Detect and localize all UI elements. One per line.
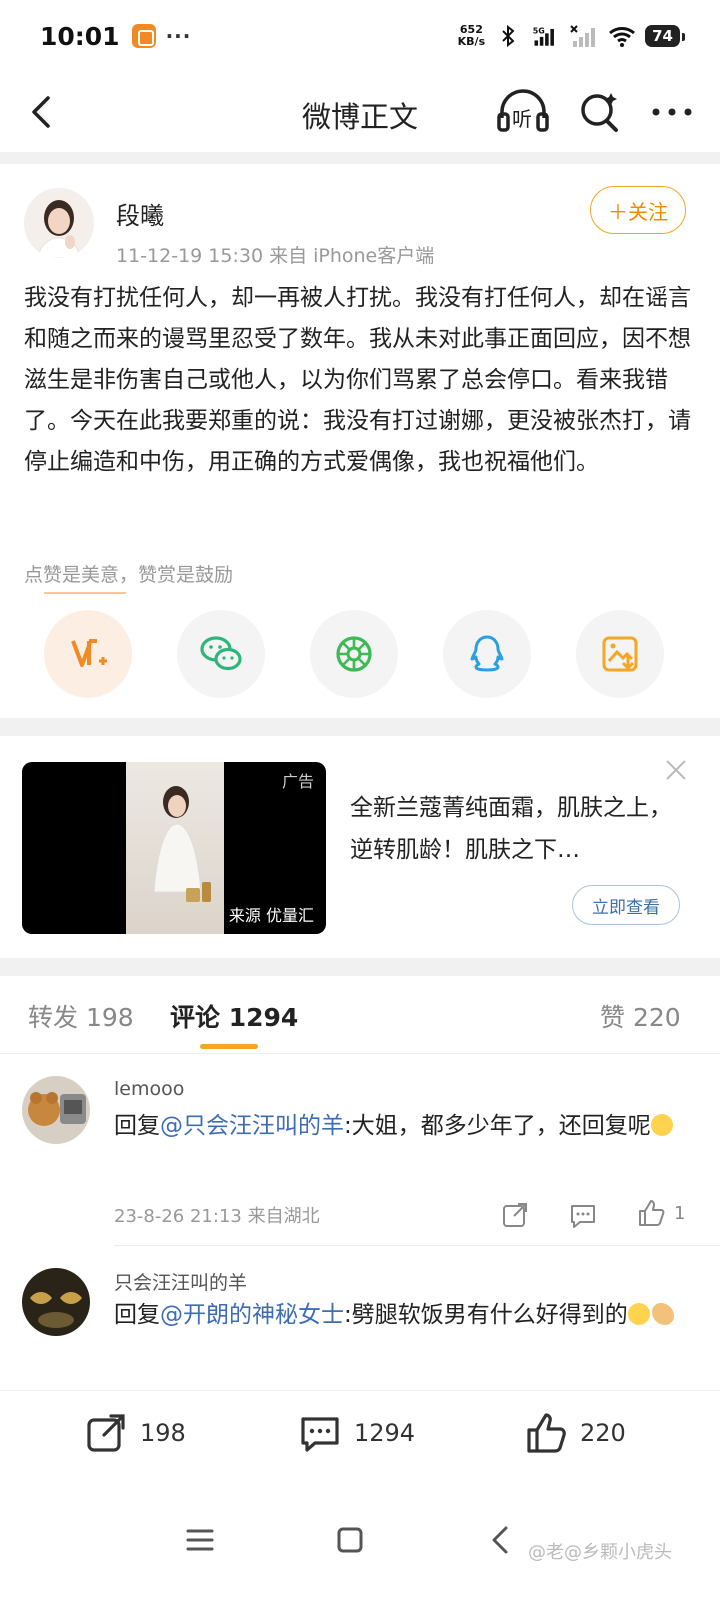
like-icon[interactable] [636,1198,666,1228]
tab-likes[interactable]: 赞 220 [600,998,681,1034]
post-meta: 11-12-19 15:30 来自 iPhone客户端 [116,245,435,267]
wifi-icon [609,27,636,47]
close-icon[interactable] [664,758,688,782]
muscle-emoji-icon [651,1303,674,1325]
ad-source: 来源 优量汇 [228,906,314,925]
tab-bar: 转发 198 评论 1294 赞 220 [0,980,720,1054]
comment-reply-prefix: 回复 [114,1113,160,1139]
share-qq-button[interactable] [443,610,531,698]
network-speed-unit: KB/s [457,35,486,48]
listen-label: 听 [512,107,532,131]
comment-mention[interactable]: @开朗的神秘女士 [160,1302,344,1328]
save-image-button[interactable] [576,610,664,698]
repost-icon[interactable] [500,1200,530,1230]
author-avatar[interactable] [24,188,94,258]
comment-author[interactable]: 只会汪汪叫的羊 [114,1268,247,1295]
like-count: 220 [580,1419,626,1447]
tab-comments[interactable]: 评论 1294 [170,998,298,1034]
repost-count: 198 [140,1419,186,1447]
app-notification-icon [131,24,156,48]
comment-mention[interactable]: @只会汪汪叫的羊 [160,1113,344,1139]
ad-model-image [153,786,211,902]
comment-button[interactable]: 1294 [298,1411,415,1455]
bluetooth-icon [502,24,515,48]
comment-avatar[interactable] [22,1268,90,1336]
system-back-icon[interactable] [486,1524,518,1556]
comment-like-count: 1 [674,1203,686,1224]
tab-divider [0,1053,720,1054]
signal-5g-icon: 5G [533,26,555,46]
post-text: 我没有打扰任何人，却一再被人打扰。我没有打任何人，却在谣言和随之而来的谩骂里忍受… [24,285,691,475]
sweat-smile-emoji-icon [650,1114,673,1136]
tab-repost[interactable]: 转发 198 [28,998,134,1034]
comment-avatar-image [22,1268,90,1336]
ad-image[interactable]: 广告 来源 优量汇 [22,762,326,934]
ad-text[interactable]: 全新兰蔻菁纯面霜，肌肤之上，逆转肌龄！肌肤之下… [350,787,680,871]
status-bar: 10:01 ··· 652 KB/s 5G 74 [0,0,720,72]
comment-avatar[interactable] [22,1076,90,1144]
comment-avatar-image [22,1076,90,1144]
reward-hint: 点赞是美意，赞赏是鼓励 [24,564,234,586]
section-divider [0,152,720,164]
repost-icon [87,1414,125,1452]
comment-icon[interactable] [568,1200,598,1230]
more-notifications-icon: ··· [165,24,192,48]
ad-label: 广告 [281,772,314,791]
watermark: @老@乡颗小虎头 [528,1542,672,1563]
home-icon[interactable] [334,1524,366,1556]
moments-icon [336,636,372,672]
like-icon [527,1413,566,1453]
author-avatar-image [24,188,94,258]
top-nav-bar: 微博正文 听 [0,72,720,152]
comment-reply-prefix: 回复 [114,1302,160,1328]
wechat-icon [200,636,242,671]
tab-active-indicator [200,1044,258,1049]
comment-separator [114,1245,720,1246]
comment-meta: 23-8-26 21:13 来自湖北 [114,1206,320,1227]
signal-no-service-icon [570,25,596,47]
menu-icon[interactable] [184,1524,216,1556]
qq-icon [470,635,504,672]
comment-text: 回复@只会汪汪叫的羊:大姐，都多少年了，还回复呢 [114,1106,684,1147]
section-divider [0,958,720,976]
comment-body: :劈腿软饭男有什么好得到的 [344,1302,628,1328]
share-moments-button[interactable] [310,610,398,698]
author-name[interactable]: 段曦 [116,196,164,231]
repost-button[interactable]: 198 [84,1411,186,1455]
network-type-label: 5G [533,26,545,35]
share-row [0,610,720,702]
reward-hint-pointer [44,592,126,594]
bottom-action-bar: 198 1294 220 [0,1390,720,1480]
follow-button[interactable]: ＋关注 [590,186,686,234]
like-button[interactable]: 220 [524,1411,626,1455]
save-image-icon [602,636,638,672]
ad-photo [126,762,224,934]
comment-author[interactable]: lemooo [114,1078,184,1100]
network-speed: 652 KB/s [458,24,485,48]
reward-button[interactable] [44,610,132,698]
tongue-emoji-icon [627,1303,650,1325]
comment-body: :大姐，都多少年了，还回复呢 [344,1113,651,1139]
comment-count: 1294 [354,1419,416,1447]
status-time: 10:01 [40,21,120,51]
share-wechat-button[interactable] [177,610,265,698]
reward-icon [71,639,107,667]
section-divider [0,718,720,736]
listen-icon[interactable]: 听 [496,88,550,134]
battery-indicator: 74 [645,25,685,47]
more-options-icon[interactable] [648,90,696,134]
comment-icon [301,1417,339,1452]
ad-cta-button[interactable]: 立即查看 [572,885,680,925]
search-icon[interactable] [578,90,622,134]
comment-text: 回复@开朗的神秘女士:劈腿软饭男有什么好得到的 [114,1295,684,1336]
